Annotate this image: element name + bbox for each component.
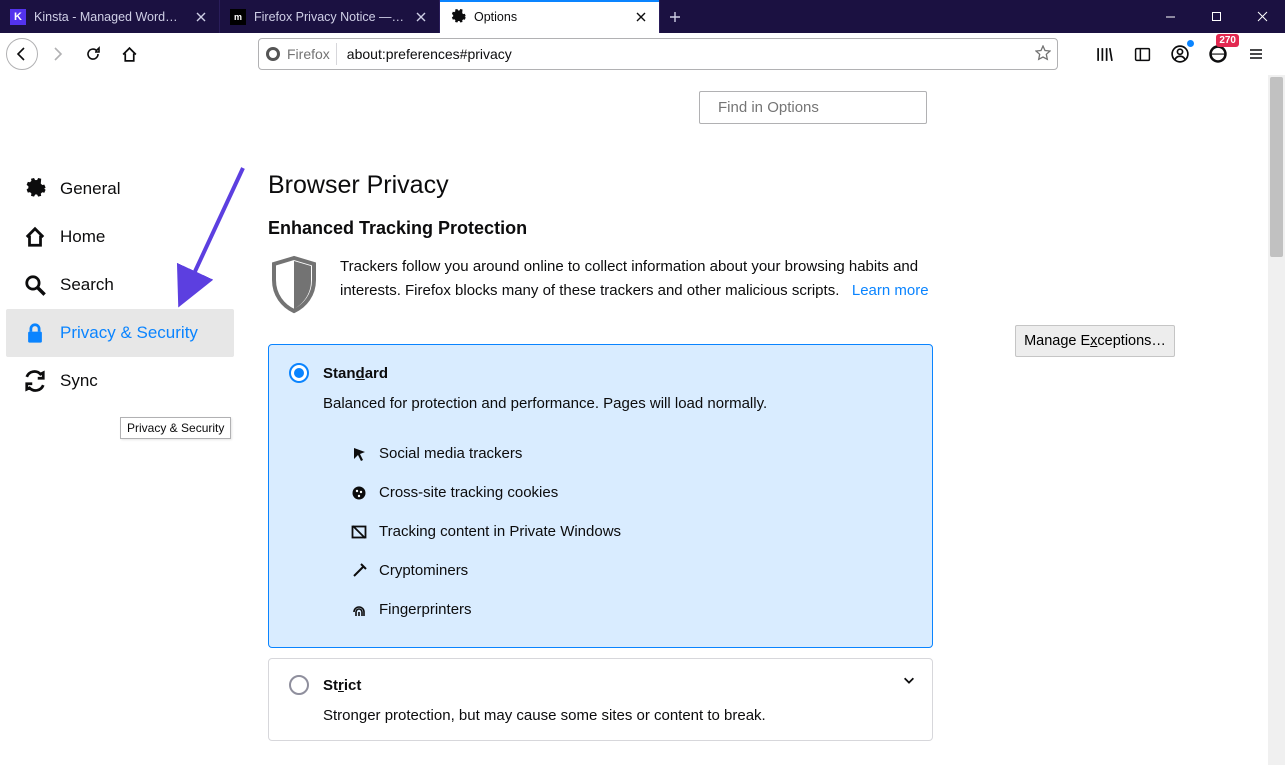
bookmark-star-icon[interactable] xyxy=(1035,45,1051,64)
window-maximize-button[interactable] xyxy=(1193,0,1239,33)
window-titlebar: K Kinsta - Managed WordPress H m Firefox… xyxy=(0,0,1285,33)
lock-icon xyxy=(24,322,46,344)
find-input[interactable] xyxy=(716,98,919,117)
tab-close-icon[interactable] xyxy=(633,9,649,25)
manage-exceptions-button[interactable]: Manage Exceptions… xyxy=(1015,325,1175,357)
option-description: Balanced for protection and performance.… xyxy=(323,395,912,412)
window-controls xyxy=(1147,0,1285,33)
url-input[interactable] xyxy=(345,45,1027,63)
shield-icon xyxy=(268,255,320,318)
window-close-button[interactable] xyxy=(1239,0,1285,33)
sidebar-item-privacy[interactable]: Privacy & Security xyxy=(6,309,234,357)
sidebar-item-search[interactable]: Search xyxy=(6,261,234,309)
feature-item: Fingerprinters xyxy=(351,590,912,629)
sidebar-item-general[interactable]: General xyxy=(6,165,234,213)
tab-kinsta[interactable]: K Kinsta - Managed WordPress H xyxy=(0,0,220,33)
home-button[interactable] xyxy=(112,37,146,71)
etp-option-standard[interactable]: Standard Balanced for protection and per… xyxy=(268,344,933,648)
tab-close-icon[interactable] xyxy=(413,9,429,25)
back-button[interactable] xyxy=(6,38,38,70)
firefox-logo-icon xyxy=(265,46,281,62)
window-minimize-button[interactable] xyxy=(1147,0,1193,33)
favicon-mozilla: m xyxy=(230,9,246,25)
favicon-kinsta: K xyxy=(10,9,26,25)
tab-moz-privacy[interactable]: m Firefox Privacy Notice — Mozil xyxy=(220,0,440,33)
option-title: Strict xyxy=(323,677,361,694)
feature-item: Social media trackers xyxy=(351,434,912,473)
tab-options[interactable]: Options xyxy=(440,0,660,33)
site-identity[interactable]: Firefox xyxy=(265,43,337,65)
option-title: Standard xyxy=(323,365,388,382)
find-in-options[interactable] xyxy=(699,91,927,124)
fingerprint-icon xyxy=(351,602,367,618)
library-button[interactable] xyxy=(1087,37,1121,71)
search-icon xyxy=(24,274,46,296)
extension-button[interactable]: 270 xyxy=(1201,37,1235,71)
preferences-main: Browser Privacy Enhanced Tracking Protec… xyxy=(240,75,1285,765)
feature-item: Cross-site tracking cookies xyxy=(351,473,912,512)
sidebar-item-label: General xyxy=(60,179,120,199)
cookie-icon xyxy=(351,485,367,501)
preferences-sidebar: General Home Search Privacy & Security S… xyxy=(0,75,240,765)
section-heading-etp: Enhanced Tracking Protection xyxy=(268,218,1257,239)
forward-button[interactable] xyxy=(40,37,74,71)
tab-title: Firefox Privacy Notice — Mozil xyxy=(254,10,405,24)
social-trackers-icon xyxy=(351,446,367,462)
scrollbar[interactable]: ▴ xyxy=(1268,75,1285,765)
chevron-down-icon[interactable] xyxy=(902,673,916,690)
tab-title: Options xyxy=(474,10,625,24)
option-description: Stronger protection, but may cause some … xyxy=(323,707,912,724)
sidebar-tooltip: Privacy & Security xyxy=(120,417,231,439)
tab-strip: K Kinsta - Managed WordPress H m Firefox… xyxy=(0,0,690,33)
feature-item: Cryptominers xyxy=(351,551,912,590)
sidebar-item-label: Privacy & Security xyxy=(60,323,198,343)
home-icon xyxy=(24,226,46,248)
page-title: Browser Privacy xyxy=(268,171,1257,200)
radio-standard[interactable] xyxy=(289,363,309,383)
account-button[interactable] xyxy=(1163,37,1197,71)
sidebar-item-sync[interactable]: Sync xyxy=(6,357,234,405)
gear-icon xyxy=(450,9,466,25)
app-menu-button[interactable] xyxy=(1239,37,1273,71)
notification-dot-icon xyxy=(1187,40,1194,47)
feature-item: Tracking content in Private Windows xyxy=(351,512,912,551)
radio-strict[interactable] xyxy=(289,675,309,695)
scrollbar-thumb[interactable] xyxy=(1270,77,1283,257)
sidebar-item-label: Home xyxy=(60,227,105,247)
sidebar-button[interactable] xyxy=(1125,37,1159,71)
tab-title: Kinsta - Managed WordPress H xyxy=(34,10,185,24)
sidebar-item-home[interactable]: Home xyxy=(6,213,234,261)
sync-icon xyxy=(24,370,46,392)
cryptominer-icon xyxy=(351,563,367,579)
learn-more-link[interactable]: Learn more xyxy=(852,282,929,299)
etp-description: Trackers follow you around online to col… xyxy=(340,255,933,303)
tab-close-icon[interactable] xyxy=(193,9,209,25)
tracking-content-icon xyxy=(351,524,367,540)
reload-button[interactable] xyxy=(76,37,110,71)
sidebar-item-label: Search xyxy=(60,275,114,295)
etp-option-strict[interactable]: Strict Stronger protection, but may caus… xyxy=(268,658,933,741)
url-bar[interactable]: Firefox xyxy=(258,38,1058,70)
gear-icon xyxy=(24,178,46,200)
notification-count-badge: 270 xyxy=(1216,34,1239,47)
identity-label: Firefox xyxy=(287,46,330,62)
feature-list: Social media trackers Cross-site trackin… xyxy=(351,434,912,629)
new-tab-button[interactable] xyxy=(660,0,690,33)
nav-toolbar: Firefox 270 xyxy=(0,33,1285,75)
sidebar-item-label: Sync xyxy=(60,371,98,391)
